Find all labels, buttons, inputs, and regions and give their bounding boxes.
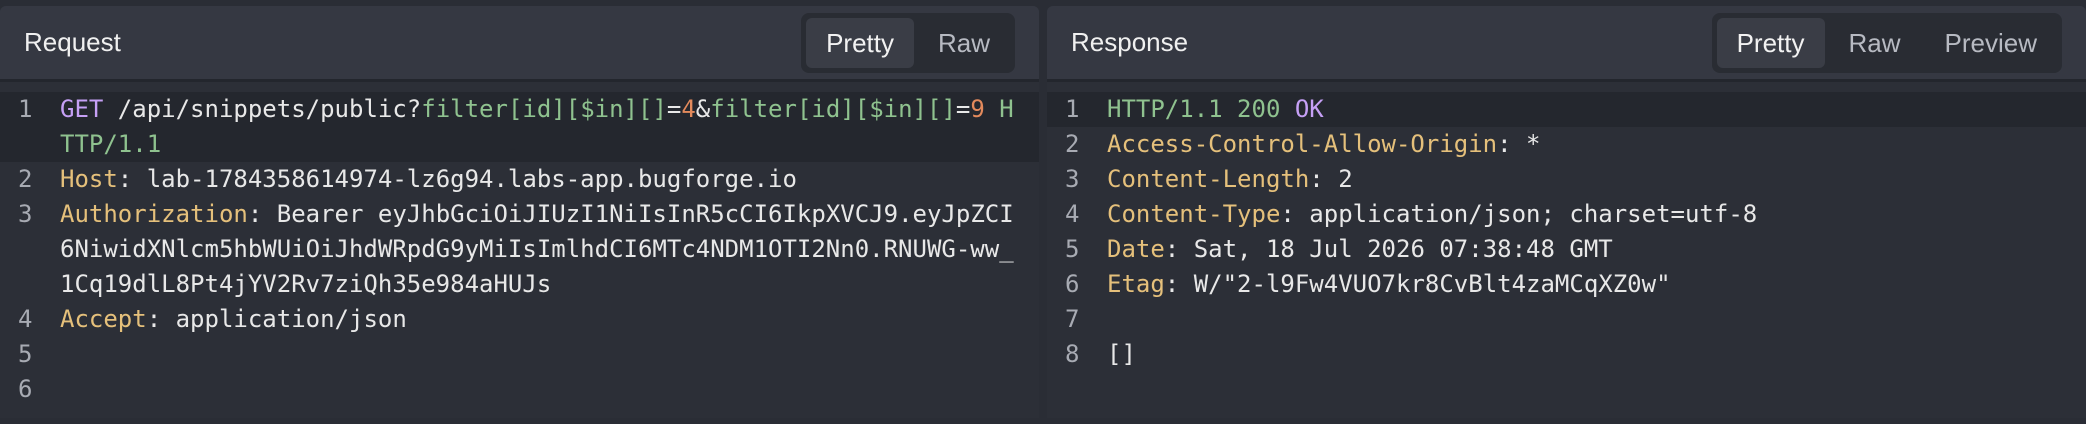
header-separator: : [1497,130,1527,158]
status-text: OK [1280,95,1324,123]
http-protocol: HTTP/1.1 [1107,95,1223,123]
query-ampersand: & [695,95,711,123]
query-param-name: filter[id][$in][] [421,95,667,123]
query-equals: = [666,95,682,123]
header-separator: : [146,305,176,333]
line-number: 1 [18,95,33,123]
response-title: Response [1071,27,1189,57]
header-separator: : [1164,270,1194,298]
status-code: 200 [1222,95,1281,123]
header-line-text: Accept: application/json [60,302,1039,337]
line-number: 7 [1065,305,1080,333]
header-name: Accept [60,305,147,333]
header-name: Date [1107,235,1165,263]
header-value: Sat, 18 Jul 2026 07:38:48 GMT [1193,235,1613,263]
request-line-text: GET /api/snippets/public?filter[id][$in]… [60,92,1039,162]
header-value: * [1526,130,1541,158]
header-name: Etag [1107,270,1165,298]
body-line: 8 [] [1047,337,2086,372]
header-line-text: Content-Type: application/json; charset=… [1107,197,2086,232]
response-tab-preview[interactable]: Preview [1925,18,2057,68]
query-param-name: filter[id][$in][] [710,95,956,123]
line-number: 3 [18,200,33,228]
header-line: 6 Etag: W/"2-l9Fw4VUO7kr8CvBlt4zaMCqXZ0w… [1047,267,2086,302]
request-tab-raw[interactable]: Raw [918,18,1010,68]
header-line-text: Content-Length: 2 [1107,162,2086,197]
line-number: 4 [1065,200,1080,228]
header-value: 2 [1338,165,1353,193]
request-view-tabs: Pretty Raw [801,12,1015,73]
header-line-text: Authorization: Bearer eyJhbGciOiJIUzI1Ni… [60,197,1039,302]
empty-line-text [1107,302,2086,337]
line-number: 5 [1065,235,1080,263]
request-header: Request Pretty Raw [0,6,1039,82]
header-name: Access-Control-Allow-Origin [1107,130,1498,158]
query-param-value: 9 [970,95,985,123]
request-path: /api/snippets/public? [103,95,422,123]
response-body: [] [1107,340,1136,368]
line-number: 5 [18,340,33,368]
line-number: 6 [18,375,33,403]
header-line: 2 Host: lab-1784358614974-lz6g94.labs-ap… [0,162,1039,197]
line-number: 1 [1065,95,1080,123]
header-separator: : [1309,165,1339,193]
header-line: 5 Date: Sat, 18 Jul 2026 07:38:48 GMT [1047,232,2086,267]
header-value: application/json [175,305,407,333]
header-line: 3 Authorization: Bearer eyJhbGciOiJIUzI1… [0,197,1039,302]
line-number: 3 [1065,165,1080,193]
response-tab-raw[interactable]: Raw [1829,18,1921,68]
header-name: Authorization [60,200,248,228]
header-separator: : [1164,235,1194,263]
request-title: Request [24,27,121,57]
request-editor[interactable]: 1 GET /api/snippets/public?filter[id][$i… [0,82,1039,418]
line-number: 2 [1065,130,1080,158]
header-line-text: Access-Control-Allow-Origin: * [1107,127,2086,162]
header-line: 2 Access-Control-Allow-Origin: * [1047,127,2086,162]
header-line: 3 Content-Length: 2 [1047,162,2086,197]
response-view-tabs: Pretty Raw Preview [1711,12,2062,73]
line-number: 2 [18,165,33,193]
header-separator: : [247,200,277,228]
status-line: 1 HTTP/1.1 200 OK [1047,92,2086,127]
header-value: lab-1784358614974-lz6g94.labs-app.bugfor… [146,165,797,193]
line-number: 4 [18,305,33,333]
response-editor[interactable]: 1 HTTP/1.1 200 OK 2 Access-Control-Allow… [1047,82,2086,418]
status-line-text: HTTP/1.1 200 OK [1107,92,2086,127]
header-line: 4 Content-Type: application/json; charse… [1047,197,2086,232]
response-tab-pretty[interactable]: Pretty [1716,17,1825,68]
header-value: W/"2-l9Fw4VUO7kr8CvBlt4zaMCqXZ0w" [1193,270,1671,298]
header-line: 4 Accept: application/json [0,302,1039,337]
empty-line: 7 [1047,302,2086,337]
header-separator: : [117,165,147,193]
line-number: 8 [1065,340,1080,368]
query-param-value: 4 [681,95,696,123]
empty-line: 6 [0,372,1039,407]
empty-line-text [60,372,1039,407]
query-equals: = [955,95,971,123]
empty-line: 5 [0,337,1039,372]
header-name: Content-Length [1107,165,1310,193]
header-line-text: Etag: W/"2-l9Fw4VUO7kr8CvBlt4zaMCqXZ0w" [1107,267,2086,302]
header-line-text: Date: Sat, 18 Jul 2026 07:38:48 GMT [1107,232,2086,267]
response-panel: Response Pretty Raw Preview 1 HTTP/1.1 2… [1047,6,2086,418]
header-name: Content-Type [1107,200,1281,228]
header-name: Host [60,165,118,193]
header-line-text: Host: lab-1784358614974-lz6g94.labs-app.… [60,162,1039,197]
header-value: application/json; charset=utf-8 [1309,200,1758,228]
response-header: Response Pretty Raw Preview [1047,6,2086,82]
http-method: GET [60,95,104,123]
request-tab-pretty[interactable]: Pretty [806,17,914,68]
request-panel: Request Pretty Raw 1 GET /api/snippets/p… [0,6,1039,418]
empty-line-text [60,337,1039,372]
header-separator: : [1280,200,1310,228]
line-number: 6 [1065,270,1080,298]
request-line: 1 GET /api/snippets/public?filter[id][$i… [0,92,1039,162]
